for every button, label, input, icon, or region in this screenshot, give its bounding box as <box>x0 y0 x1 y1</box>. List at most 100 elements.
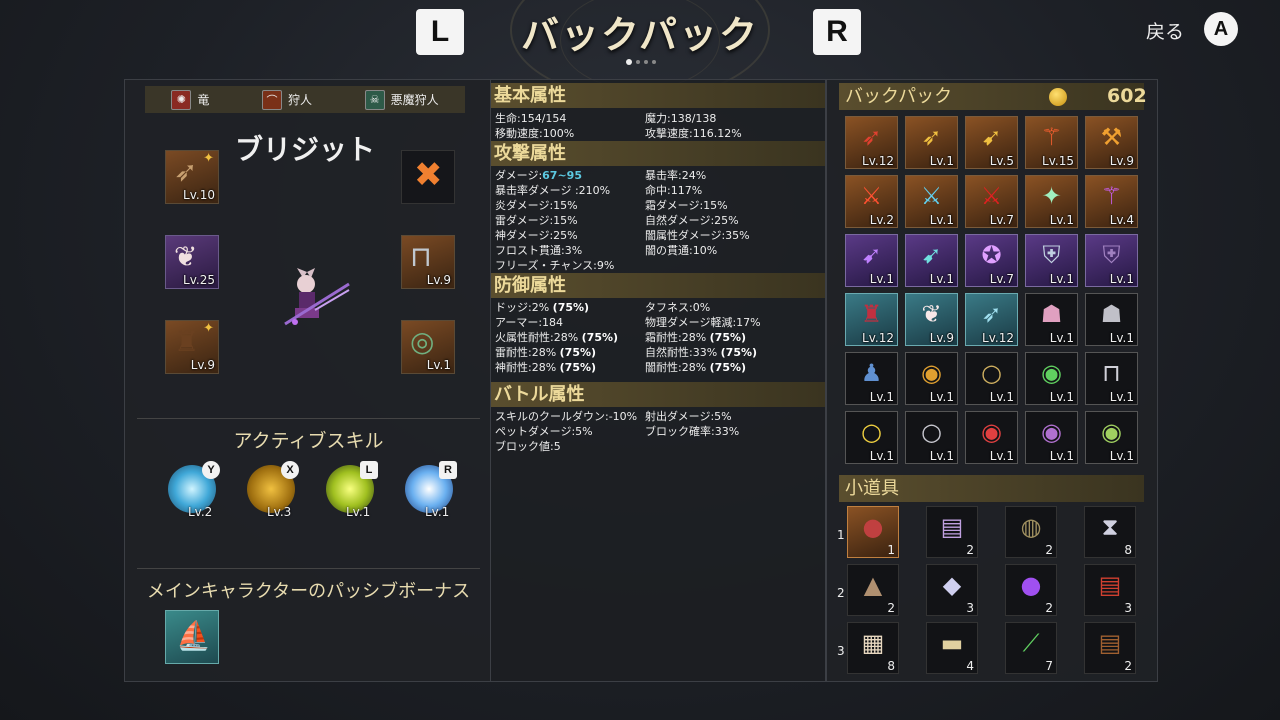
item-level: Lv.1 <box>1049 272 1074 286</box>
backpack-slot[interactable]: ⚒ Lv.9 <box>1085 116 1138 169</box>
back-label[interactable]: 戻る <box>1146 17 1184 44</box>
bracer-icon: ⊓ <box>410 240 432 273</box>
emerald-ring-icon: ◉ <box>1041 359 1062 387</box>
backpack-slot[interactable]: ➶ Lv.12 <box>845 116 898 169</box>
equip-weapon-slot[interactable]: ➶ ✦ Lv.10 <box>165 150 219 204</box>
backpack-slot[interactable]: ○ Lv.1 <box>965 352 1018 405</box>
backpack-slot[interactable]: ➹ Lv.5 <box>965 116 1018 169</box>
passive-slot[interactable]: ⛵ <box>165 610 219 664</box>
stat-holy-damage: 神ダメージ:25% <box>495 229 578 242</box>
tool-slot[interactable]: ▲ 2 <box>847 564 899 616</box>
tool-slot[interactable]: ◆ 3 <box>926 564 978 616</box>
tool-slot[interactable]: ▤ 2 <box>926 506 978 558</box>
item-level: Lv.1 <box>989 449 1014 463</box>
item-count: 2 <box>966 543 974 557</box>
ring-icon: ◎ <box>410 325 435 358</box>
backpack-slot[interactable]: ⊓ Lv.1 <box>1085 352 1138 405</box>
tool-slot[interactable]: ⟋ 7 <box>1005 622 1057 674</box>
backpack-slot[interactable]: ○ Lv.1 <box>905 411 958 464</box>
class-demon-hunter[interactable]: ☠ 悪魔狩人 <box>364 89 439 110</box>
backpack-slot[interactable]: ✪ Lv.7 <box>965 234 1018 287</box>
stat-thunder-damage: 雷ダメージ:15% <box>495 214 578 227</box>
gold-ring-icon: ○ <box>981 359 1002 387</box>
backpack-slot[interactable]: ➹ Lv.1 <box>905 234 958 287</box>
backpack-slot[interactable]: ⚚ Lv.4 <box>1085 175 1138 228</box>
unequip-slot[interactable]: ✖ <box>401 150 455 204</box>
backpack-slot[interactable]: ◉ Lv.1 <box>965 411 1018 464</box>
skill-slot-l[interactable]: L Lv.1 <box>326 461 378 519</box>
tool-slot[interactable]: ◍ 2 <box>1005 506 1057 558</box>
backpack-slot[interactable]: ⛨ Lv.1 <box>1025 234 1078 287</box>
crystal-icon: ◆ <box>942 571 962 599</box>
skill-level: Lv.2 <box>188 505 213 519</box>
gold-coin-icon <box>1049 88 1067 106</box>
crystal-dagger-icon: ✦ <box>1041 182 1062 210</box>
crossbow-icon: ➶ <box>174 155 198 188</box>
page-indicator <box>626 59 656 65</box>
backpack-slot[interactable]: ⚔ Lv.2 <box>845 175 898 228</box>
stat-dark-resist: 闇耐性:28% (75%) <box>645 361 747 374</box>
backpack-slot[interactable]: ◉ Lv.1 <box>1025 352 1078 405</box>
tool-slot[interactable]: ▤ 2 <box>1084 622 1136 674</box>
backpack-slot[interactable]: ◉ Lv.1 <box>1025 411 1078 464</box>
backpack-slot[interactable]: ➹ Lv.1 <box>845 234 898 287</box>
equip-ring-slot[interactable]: ◎ Lv.1 <box>401 320 455 374</box>
backpack-slot[interactable]: ✦ Lv.1 <box>1025 175 1078 228</box>
stat-crit-rate: 暴击率:24% <box>645 169 707 182</box>
backpack-slot[interactable]: ♜ Lv.12 <box>845 293 898 346</box>
item-level: Lv.1 <box>929 213 954 227</box>
item-count: 1 <box>887 543 895 557</box>
character-sprite <box>284 268 350 326</box>
fire-sword-icon: ⚔ <box>860 182 883 210</box>
skill-slot-x[interactable]: X Lv.3 <box>247 461 299 519</box>
backpack-slot[interactable]: ➶ Lv.12 <box>965 293 1018 346</box>
stats-panel: 基本属性 生命:154/154 魔力:138/138 移動速度:100% 攻撃速… <box>490 79 826 682</box>
backpack-slot[interactable]: ☗ Lv.1 <box>1085 293 1138 346</box>
class-bar: ✺ 竜 ⌒ 狩人 ☠ 悪魔狩人 <box>145 86 465 113</box>
backpack-slot[interactable]: ⚚ Lv.15 <box>1025 116 1078 169</box>
backpack-slot[interactable]: ◉ Lv.1 <box>905 352 958 405</box>
class-hunter[interactable]: ⌒ 狩人 <box>261 89 312 110</box>
dark-shield-icon: ⛨ <box>1102 241 1121 269</box>
item-level: Lv.9 <box>426 273 451 287</box>
backpack-slot[interactable]: ◉ Lv.1 <box>1085 411 1138 464</box>
tool-slot[interactable]: ● 1 <box>847 506 899 558</box>
amethyst-ring-icon: ◉ <box>1041 418 1062 446</box>
equip-accessory-slot[interactable]: ⊓ Lv.9 <box>401 235 455 289</box>
class-dragon[interactable]: ✺ 竜 <box>171 89 209 110</box>
backpack-slot[interactable]: ⚔ Lv.1 <box>905 175 958 228</box>
item-level: Lv.7 <box>989 213 1014 227</box>
tool-slot[interactable]: ▦ 8 <box>847 622 899 674</box>
stat-dodge: ドッジ:2% (75%) <box>495 301 590 314</box>
backpack-slot[interactable]: ♟ Lv.1 <box>845 352 898 405</box>
tool-slot[interactable]: ⧗ 8 <box>1084 506 1136 558</box>
tool-slot[interactable]: ● 2 <box>1005 564 1057 616</box>
silver-bracer-icon: ⊓ <box>1102 359 1121 387</box>
backpack-slot[interactable]: ☗ Lv.1 <box>1025 293 1078 346</box>
tool-slot[interactable]: ▤ 3 <box>1084 564 1136 616</box>
item-level: Lv.9 <box>1109 154 1134 168</box>
stat-physical-reduction: 物理ダメージ軽減:17% <box>645 316 761 329</box>
skill-slot-r[interactable]: R Lv.1 <box>405 461 457 519</box>
backpack-slot[interactable]: ❦ Lv.9 <box>905 293 958 346</box>
prev-tab-button[interactable]: L <box>416 9 464 55</box>
tool-slot[interactable]: ▬ 4 <box>926 622 978 674</box>
equip-armor-slot[interactable]: ♜ ✦ Lv.9 <box>165 320 219 374</box>
cat-ears-icon: ❦ <box>174 240 198 273</box>
equip-helmet-slot[interactable]: ❦ Lv.25 <box>165 235 219 289</box>
skill-slot-y[interactable]: Y Lv.2 <box>168 461 220 519</box>
red-crossbow-icon: ➶ <box>861 123 882 151</box>
purple-orb-icon: ● <box>1020 571 1042 599</box>
item-count: 2 <box>887 601 895 615</box>
backpack-slot[interactable]: ⚔ Lv.7 <box>965 175 1018 228</box>
back-button[interactable]: A <box>1204 12 1238 46</box>
stat-crit-damage: 暴击率ダメージ :210% <box>495 184 611 197</box>
backpack-slot[interactable]: ⛨ Lv.1 <box>1085 234 1138 287</box>
backpack-slot[interactable]: ➶ Lv.1 <box>905 116 958 169</box>
ice-bow-icon: ➹ <box>921 241 942 269</box>
next-tab-button[interactable]: R <box>813 9 861 55</box>
backpack-slot[interactable]: ○ Lv.1 <box>845 411 898 464</box>
stat-projectile-damage: 射出ダメージ:5% <box>645 410 732 423</box>
passive-title: メインキャラクターのパッシブボーナス <box>146 581 471 602</box>
stat-damage: ダメージ:67~95 <box>495 169 582 182</box>
